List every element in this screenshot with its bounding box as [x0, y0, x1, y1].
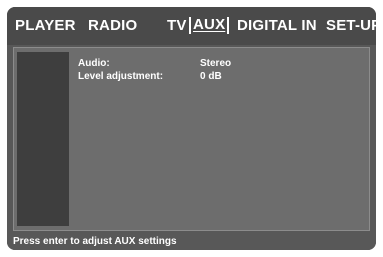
menu-item-radio[interactable]: RADIO — [88, 17, 137, 35]
menu-item-digital-in[interactable]: DIGITAL IN — [237, 17, 317, 35]
menu-item-aux-label: AUX — [193, 16, 226, 33]
top-menu: PLAYER RADIO TV AUX DIGITAL IN SET-UP — [7, 7, 376, 45]
osd-screen: PLAYER RADIO TV AUX DIGITAL IN SET-UP Au… — [7, 7, 376, 250]
menu-item-setup[interactable]: SET-UP — [326, 17, 376, 35]
menu-item-player[interactable]: PLAYER — [15, 17, 76, 35]
settings-panel: Audio: Stereo Level adjustment: 0 dB — [13, 47, 370, 231]
level-adjustment-label: Level adjustment: — [78, 71, 164, 82]
menu-item-aux[interactable]: AUX — [189, 16, 230, 34]
sidebar — [17, 52, 69, 226]
level-adjustment-value[interactable]: 0 dB — [200, 71, 222, 83]
audio-label: Audio: — [78, 58, 110, 69]
status-text: Press enter to adjust AUX settings — [13, 236, 177, 247]
audio-value[interactable]: Stereo — [200, 58, 231, 70]
status-bar: Press enter to adjust AUX settings — [7, 233, 376, 250]
menu-item-tv[interactable]: TV — [167, 17, 187, 35]
